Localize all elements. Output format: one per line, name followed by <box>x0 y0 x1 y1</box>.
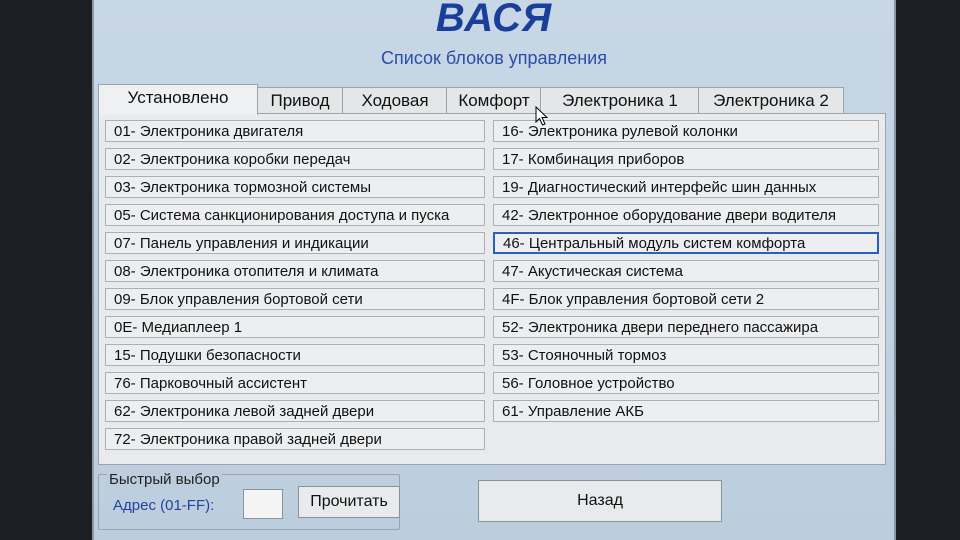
tab-comfort[interactable]: Комфорт <box>446 87 542 114</box>
module-item-right-2[interactable]: 19- Диагностический интерфейс шин данных <box>493 176 879 198</box>
module-item-left-1[interactable]: 02- Электроника коробки передач <box>105 148 485 170</box>
module-item-right-3[interactable]: 42- Электронное оборудование двери водит… <box>493 204 879 226</box>
address-input[interactable] <box>243 489 283 519</box>
address-label: Адрес (01-FF): <box>113 497 215 514</box>
tab-electronics-1[interactable]: Электроника 1 <box>540 87 700 114</box>
app-window: ВАСЯ Список блоков управления Установлен… <box>92 0 896 540</box>
module-list-panel: 01- Электроника двигателя 02- Электроника… <box>98 113 886 465</box>
module-item-left-7[interactable]: 0E- Медиаплеер 1 <box>105 316 485 338</box>
tab-drive[interactable]: Привод <box>256 87 344 114</box>
back-button[interactable]: Назад <box>478 480 722 522</box>
tab-chassis[interactable]: Ходовая <box>342 87 448 114</box>
module-item-right-10[interactable]: 61- Управление АКБ <box>493 400 879 422</box>
module-item-left-3[interactable]: 05- Система санкционирования доступа и п… <box>105 204 485 226</box>
module-item-right-1[interactable]: 17- Комбинация приборов <box>493 148 879 170</box>
module-item-left-2[interactable]: 03- Электроника тормозной системы <box>105 176 485 198</box>
tab-installed[interactable]: Установлено <box>98 84 258 115</box>
module-item-left-11[interactable]: 72- Электроника правой задней двери <box>105 428 485 450</box>
module-item-left-6[interactable]: 09- Блок управления бортовой сети <box>105 288 485 310</box>
module-item-right-9[interactable]: 56- Головное устройство <box>493 372 879 394</box>
module-item-left-8[interactable]: 15- Подушки безопасности <box>105 344 485 366</box>
read-button[interactable]: Прочитать <box>298 486 400 518</box>
mouse-cursor-icon <box>535 106 549 126</box>
tab-bar: Установлено Привод Ходовая Комфорт Элект… <box>98 84 888 115</box>
module-item-left-9[interactable]: 76- Парковочный ассистент <box>105 372 485 394</box>
module-item-right-4[interactable]: 46- Центральный модуль систем комфорта <box>493 232 879 254</box>
module-item-left-10[interactable]: 62- Электроника левой задней двери <box>105 400 485 422</box>
module-item-left-0[interactable]: 01- Электроника двигателя <box>105 120 485 142</box>
module-item-right-6[interactable]: 4F- Блок управления бортовой сети 2 <box>493 288 879 310</box>
module-item-left-4[interactable]: 07- Панель управления и индикации <box>105 232 485 254</box>
tab-electronics-2[interactable]: Электроника 2 <box>698 87 844 114</box>
app-title: ВАСЯ <box>435 0 553 40</box>
module-item-left-5[interactable]: 08- Электроника отопителя и климата <box>105 260 485 282</box>
module-item-right-0[interactable]: 16- Электроника рулевой колонки <box>493 120 879 142</box>
module-item-right-8[interactable]: 53- Стояночный тормоз <box>493 344 879 366</box>
module-item-right-7[interactable]: 52- Электроника двери переднего пассажир… <box>493 316 879 338</box>
quick-select-title: Быстрый выбор <box>107 471 222 488</box>
page-subtitle: Список блоков управления <box>381 48 607 68</box>
module-item-right-5[interactable]: 47- Акустическая система <box>493 260 879 282</box>
